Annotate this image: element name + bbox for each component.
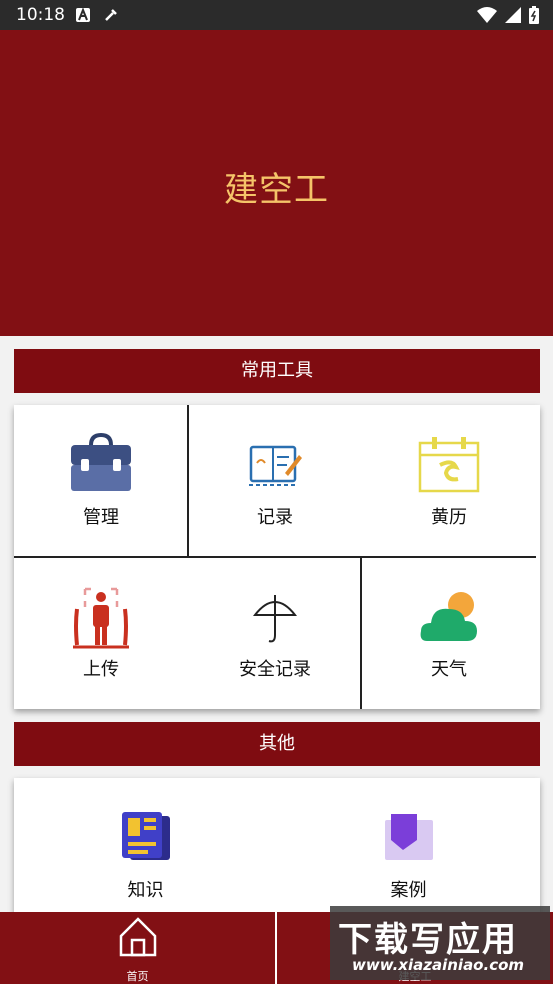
other-label: 案例 bbox=[390, 880, 427, 901]
section-header-other: 其他 bbox=[14, 722, 540, 766]
watermark-title: 下载写应用 bbox=[338, 920, 518, 960]
app-title: 建空工 bbox=[224, 170, 329, 210]
tool-label: 记录 bbox=[257, 507, 293, 528]
other-label: 知识 bbox=[127, 880, 164, 901]
weather-icon bbox=[420, 592, 477, 641]
news-icon bbox=[121, 812, 170, 860]
battery-icon bbox=[529, 6, 539, 24]
tool-safety-record[interactable]: 安全记录 bbox=[188, 557, 362, 709]
home-icon bbox=[119, 917, 157, 957]
nav-home-label: 首页 bbox=[126, 970, 149, 983]
toolbox-icon bbox=[71, 432, 131, 491]
tool-weather[interactable]: 天气 bbox=[362, 557, 536, 709]
accessibility-a-icon bbox=[76, 8, 90, 22]
tool-almanac[interactable]: 黄历 bbox=[362, 405, 536, 557]
watermark-url: www.xiazainiao.com bbox=[352, 956, 525, 974]
cell-signal-icon bbox=[505, 7, 521, 23]
tool-upload[interactable]: 上传 bbox=[14, 557, 188, 709]
watermark: 下载写应用 www.xiazainiao.com bbox=[330, 906, 550, 980]
calendar-icon bbox=[418, 437, 480, 493]
tool-label: 黄历 bbox=[431, 507, 467, 528]
other-panel: 知识 案例 bbox=[14, 778, 540, 918]
notebook-icon bbox=[249, 445, 302, 486]
wifi-icon bbox=[477, 7, 497, 23]
umbrella-icon bbox=[253, 595, 297, 643]
tool-manage[interactable]: 管理 bbox=[14, 405, 188, 557]
tool-label: 天气 bbox=[431, 659, 467, 680]
section-header-tools: 常用工具 bbox=[14, 349, 540, 393]
tool-icon bbox=[105, 9, 117, 21]
case-icon bbox=[384, 814, 433, 860]
person-upload-icon bbox=[73, 587, 129, 649]
nav-home[interactable]: 首页 bbox=[0, 912, 275, 984]
status-time: 10:18 bbox=[16, 5, 65, 25]
other-cases[interactable]: 案例 bbox=[277, 778, 540, 912]
other-knowledge[interactable]: 知识 bbox=[14, 778, 277, 912]
status-bar: 10:18 bbox=[0, 0, 553, 30]
tool-label: 安全记录 bbox=[239, 659, 311, 680]
tools-panel: 管理 记录 黄历 上传 安全记录 天气 bbox=[14, 405, 540, 709]
tool-label: 管理 bbox=[83, 507, 119, 528]
hero-banner: 建空工 bbox=[0, 30, 553, 336]
tool-record[interactable]: 记录 bbox=[188, 405, 362, 557]
tool-label: 上传 bbox=[83, 659, 119, 680]
